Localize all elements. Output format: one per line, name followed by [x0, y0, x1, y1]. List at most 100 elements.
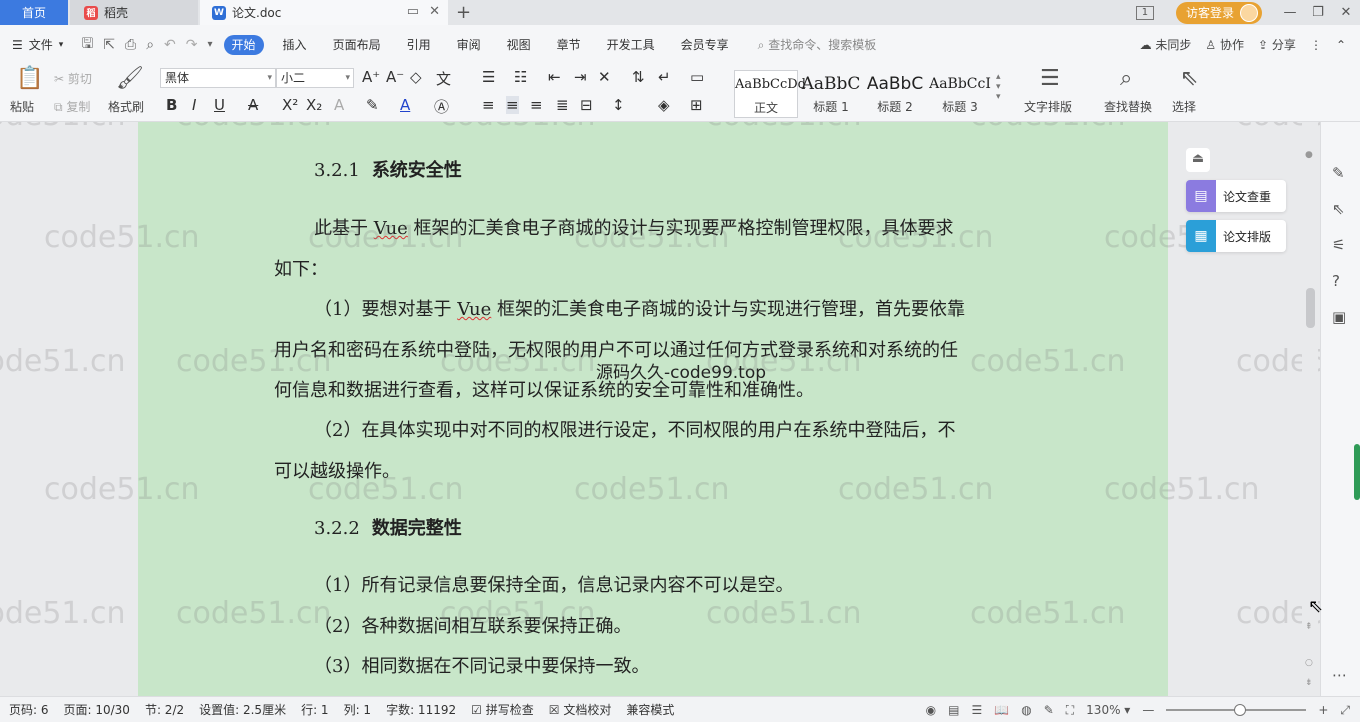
page-view-icon[interactable]: ▤: [948, 703, 959, 717]
add-tab-icon[interactable]: +: [456, 2, 471, 23]
status-pages[interactable]: 页面: 10/30: [64, 701, 130, 718]
zoom-level[interactable]: 130% ▾: [1086, 703, 1130, 717]
select-cursor-icon[interactable]: ⇖: [1180, 66, 1198, 91]
zoom-out-icon[interactable]: —: [1142, 703, 1154, 717]
font-name-select[interactable]: 黑体 ▾: [160, 68, 276, 88]
customize-dropdown-icon[interactable]: ▾: [203, 39, 218, 50]
tab-start[interactable]: 开始: [223, 34, 264, 55]
status-row[interactable]: 行: 1: [301, 701, 329, 718]
page-count-badge[interactable]: 1: [1135, 5, 1154, 20]
pen-icon[interactable]: ✎: [1332, 164, 1345, 182]
shading-icon[interactable]: ◈: [658, 96, 670, 114]
style-heading1[interactable]: AaBbC 标题 1: [800, 70, 862, 118]
spell-check-toggle[interactable]: ☑ 拼写检查: [471, 701, 534, 718]
format-painter-icon[interactable]: 🖌: [116, 66, 144, 91]
collab-button[interactable]: ♙ 协作: [1205, 36, 1244, 53]
fullscreen-icon[interactable]: ⤢: [1340, 703, 1350, 718]
tab-insert[interactable]: 插入: [270, 25, 320, 64]
sort-icon[interactable]: ⇅: [632, 68, 645, 86]
numbered-list-icon[interactable]: ☷: [514, 68, 527, 86]
distribute-icon[interactable]: ⊟: [580, 96, 593, 114]
close-window-icon[interactable]: ✕: [1332, 5, 1360, 20]
clear-format-icon[interactable]: ◇: [410, 68, 422, 86]
borders-icon[interactable]: ⊞: [690, 96, 703, 114]
scrollbar-thumb[interactable]: [1306, 288, 1315, 328]
gallery-icon[interactable]: ▣: [1332, 308, 1346, 326]
align-left-icon[interactable]: ≡: [482, 96, 495, 114]
tab-page-layout[interactable]: 页面布局: [320, 25, 394, 64]
tab-view[interactable]: 视图: [494, 25, 544, 64]
paper-layout-button[interactable]: ▦ 论文排版: [1186, 220, 1286, 252]
scroll-up-icon[interactable]: ●: [1305, 150, 1313, 160]
eye-protect-icon[interactable]: ◉: [926, 703, 936, 717]
style-heading3[interactable]: AaBbCcI 标题 3: [928, 70, 992, 118]
close-tab-icon[interactable]: ✕: [429, 4, 440, 19]
command-search[interactable]: ⌕ 查找命令、搜索模板: [758, 36, 877, 53]
status-col[interactable]: 列: 1: [344, 701, 372, 718]
tab-references[interactable]: 引用: [394, 25, 444, 64]
style-heading2[interactable]: AaBbC 标题 2: [864, 70, 926, 118]
text-layout-icon[interactable]: ☰: [1040, 66, 1060, 91]
grid-marks-icon[interactable]: ▭: [690, 68, 704, 86]
paper-check-button[interactable]: ▤ 论文查重: [1186, 180, 1286, 212]
more-dots-icon[interactable]: ⋯: [1332, 666, 1347, 684]
select-browse-icon[interactable]: ○: [1305, 658, 1313, 668]
styles-scroll-icon[interactable]: ▴ ▾ ▾: [996, 72, 1001, 102]
status-section[interactable]: 节: 2/2: [145, 701, 184, 718]
chinese-layout-icon[interactable]: ✕: [598, 68, 611, 86]
more-icon[interactable]: ⋮: [1310, 38, 1322, 52]
strikethrough-icon[interactable]: A: [248, 96, 258, 114]
align-center-icon[interactable]: ≡: [506, 96, 519, 114]
paste-icon[interactable]: 📋: [16, 66, 43, 91]
bold-icon[interactable]: B: [166, 96, 177, 114]
font-size-select[interactable]: 小二 ▾: [276, 68, 354, 88]
decrease-indent-icon[interactable]: ⇤: [548, 68, 561, 86]
zoom-slider-knob[interactable]: [1234, 704, 1247, 716]
superscript-icon[interactable]: X²: [282, 96, 298, 114]
read-view-icon[interactable]: 📖: [994, 703, 1009, 717]
settings-sliders-icon[interactable]: ⚟: [1332, 236, 1345, 254]
prev-page-icon[interactable]: ⇞: [1305, 622, 1313, 632]
status-words[interactable]: 字数: 11192: [386, 701, 456, 718]
tab-document[interactable]: W 论文.doc ▭ ✕: [200, 0, 448, 25]
pointer-icon[interactable]: ⇖: [1332, 200, 1345, 218]
export-icon[interactable]: ⇱: [98, 37, 120, 53]
cut-button[interactable]: ✂ 剪切: [54, 70, 92, 87]
highlight-icon[interactable]: ✎: [366, 96, 379, 114]
subscript-icon[interactable]: X₂: [306, 96, 322, 114]
paste-button[interactable]: 粘贴: [10, 98, 34, 115]
next-page-icon[interactable]: ⇟: [1305, 678, 1313, 688]
status-setting[interactable]: 设置值: 2.5厘米: [199, 701, 286, 718]
select-button[interactable]: 选择: [1172, 98, 1196, 115]
italic-icon[interactable]: I: [192, 96, 196, 114]
char-border-icon[interactable]: Ⓐ: [434, 96, 449, 117]
font-color-icon[interactable]: A: [400, 96, 410, 114]
tab-daoke[interactable]: 稻 稻壳: [70, 0, 198, 25]
text-effect-icon[interactable]: A: [334, 96, 344, 114]
restore-icon[interactable]: ❐: [1304, 5, 1332, 20]
share-button[interactable]: ⇪ 分享: [1258, 36, 1296, 53]
zoom-slider[interactable]: [1166, 704, 1307, 716]
increase-indent-icon[interactable]: ⇥: [574, 68, 587, 86]
print-icon[interactable]: ⎙: [120, 37, 141, 53]
copy-button[interactable]: ⧉ 复制: [54, 98, 90, 115]
line-spacing-icon[interactable]: ↕: [612, 96, 625, 114]
tab-home[interactable]: 首页: [0, 0, 68, 25]
web-view-icon[interactable]: ◍: [1021, 703, 1031, 717]
bullet-list-icon[interactable]: ☰: [482, 68, 495, 86]
tab-review[interactable]: 审阅: [444, 25, 494, 64]
fit-window-icon[interactable]: ⛶: [1066, 703, 1074, 718]
grow-font-icon[interactable]: A⁺: [362, 68, 380, 86]
print-preview-icon[interactable]: ⌕: [141, 37, 159, 53]
window-mode-icon[interactable]: ▭: [407, 4, 419, 19]
document-page[interactable]: 3.2.1 系统安全性 此基于 Vue 框架的汇美食电子商城的设计与实现要严格控制…: [138, 122, 1168, 696]
collapse-panel-icon[interactable]: ⏏: [1186, 148, 1210, 172]
style-normal[interactable]: AaBbCcDd 正文: [734, 70, 806, 118]
phonetic-icon[interactable]: 文: [436, 68, 451, 89]
tab-developer[interactable]: 开发工具: [594, 25, 668, 64]
outline-view-icon[interactable]: ☰: [972, 703, 983, 717]
status-page-number[interactable]: 页码: 6: [9, 701, 49, 718]
justify-icon[interactable]: ≣: [556, 96, 569, 114]
undo-icon[interactable]: ↶: [159, 37, 181, 53]
proofread-toggle[interactable]: ☒ 文档校对: [549, 701, 612, 718]
